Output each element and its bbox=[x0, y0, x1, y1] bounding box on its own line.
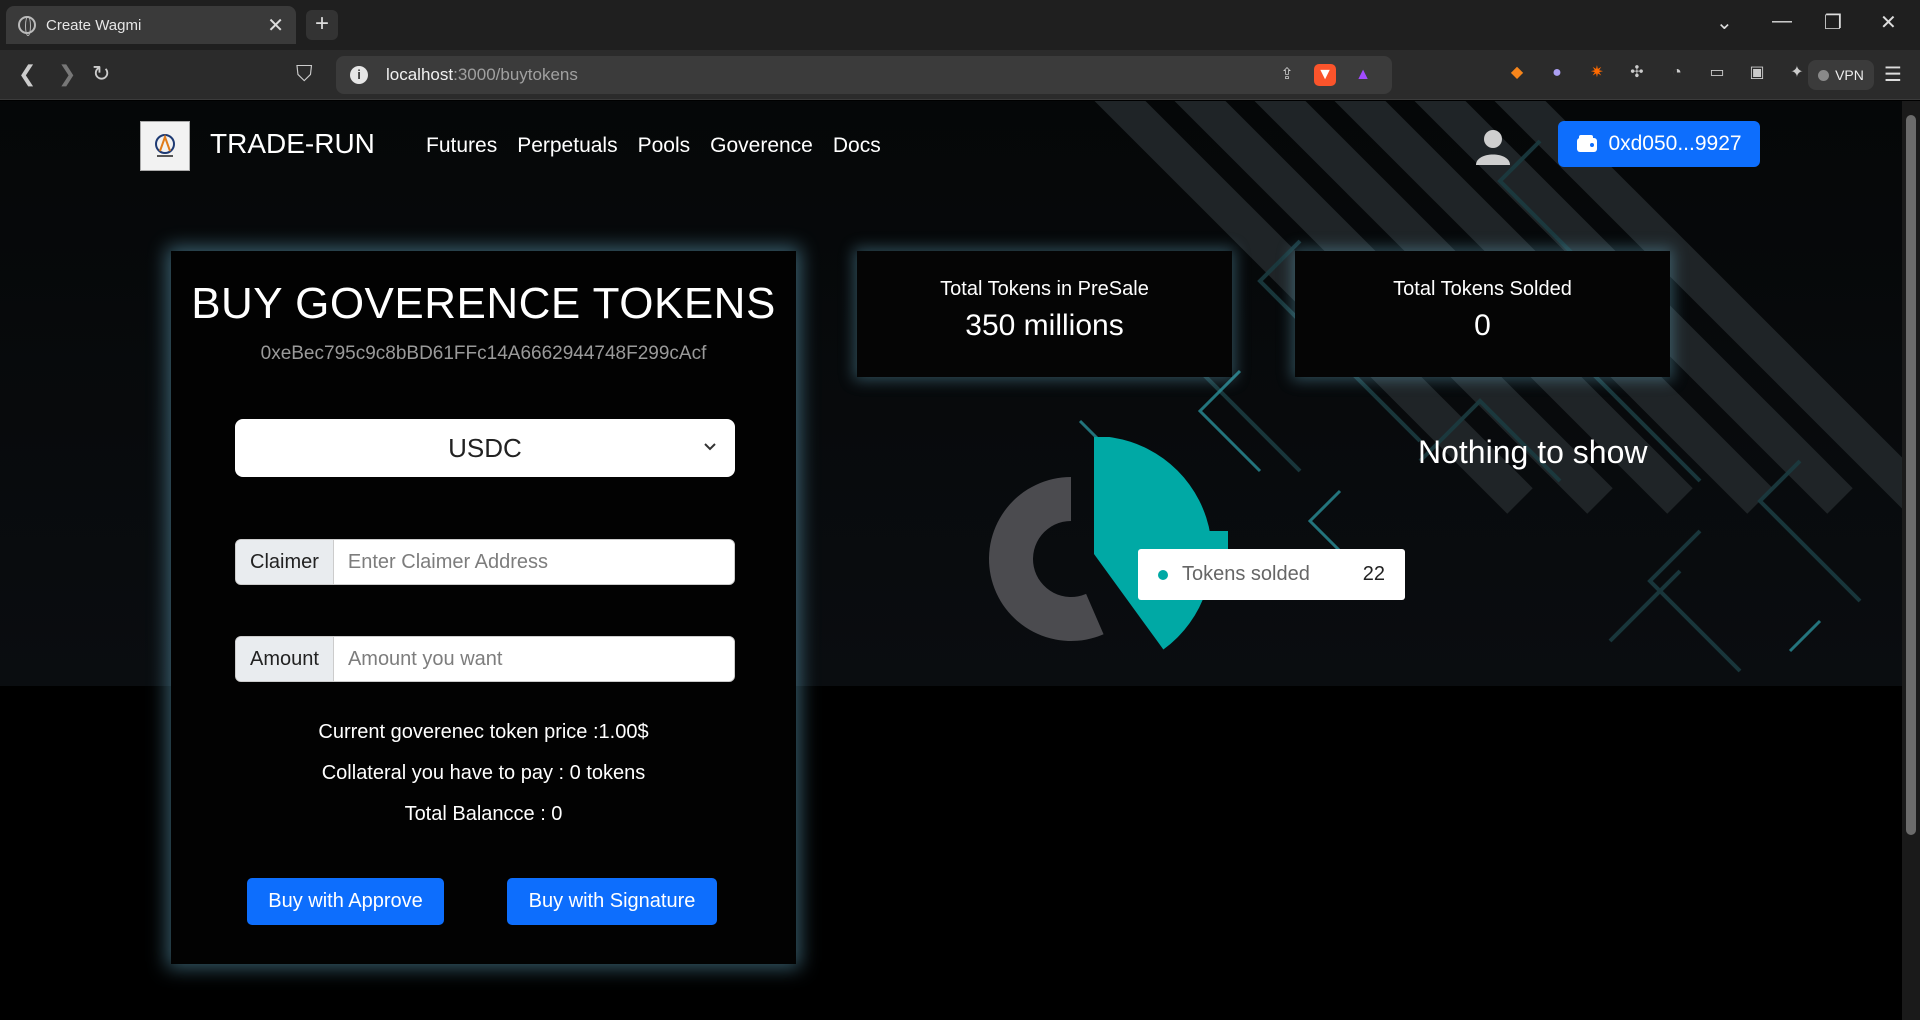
brave-rewards-icon[interactable]: ▲ bbox=[1352, 64, 1374, 86]
tab-title: Create Wagmi bbox=[46, 16, 142, 34]
url-path: :3000/buytokens bbox=[453, 65, 578, 84]
buy-title: BUY GOVERENCE TOKENS bbox=[191, 279, 776, 328]
nav-link-perpetuals[interactable]: Perpetuals bbox=[517, 134, 617, 158]
logo-mark-icon bbox=[155, 134, 175, 157]
claimer-label: Claimer bbox=[236, 540, 334, 584]
browser-tab[interactable]: Create Wagmi ✕ bbox=[6, 6, 296, 44]
pie-slice-tokens-solded[interactable] bbox=[1094, 437, 1212, 650]
site-info-icon[interactable]: i bbox=[350, 66, 368, 84]
token-select[interactable]: USDC bbox=[235, 419, 735, 477]
claimer-input-group: Claimer bbox=[235, 539, 735, 585]
close-window-icon[interactable]: ✕ bbox=[1880, 10, 1897, 35]
wallet-address-button[interactable]: 0xd050...9927 bbox=[1558, 121, 1760, 167]
chevron-down-icon[interactable]: ⌄ bbox=[1716, 10, 1733, 35]
chevron-down-icon bbox=[704, 443, 716, 451]
browser-toolbar: ❮ ❯ ↻ ⛉ i localhost:3000/buytokens ⇪ ▼ ▲… bbox=[0, 50, 1920, 100]
wallet-icon[interactable]: ▣ bbox=[1746, 62, 1768, 84]
claimer-input[interactable] bbox=[333, 540, 734, 584]
share-icon[interactable]: ⇪ bbox=[1276, 64, 1298, 86]
trade-run-logo[interactable] bbox=[140, 121, 190, 171]
presale-value: 350 millions bbox=[965, 309, 1124, 342]
web-page: TRADE-RUN Futures Perpetuals Pools Gover… bbox=[0, 101, 1902, 1020]
collateral-text: Collateral you have to pay : 0 tokens bbox=[321, 762, 646, 784]
buy-tokens-card: BUY GOVERENCE TOKENS 0xeBec795c9c8bBD61F… bbox=[171, 251, 796, 964]
vpn-status-icon bbox=[1818, 69, 1830, 81]
browser-tabbar: Create Wagmi ✕ + ⌄ — ❐ ✕ bbox=[0, 0, 1920, 50]
nav-link-goverence[interactable]: Goverence bbox=[710, 134, 813, 158]
new-tab-button[interactable]: + bbox=[306, 10, 338, 40]
phantom-icon[interactable]: ● bbox=[1546, 62, 1568, 84]
tooltip-value: 22 bbox=[1362, 563, 1385, 585]
brave-shield-icon[interactable]: ▼ bbox=[1314, 64, 1336, 86]
brand-name[interactable]: TRADE-RUN bbox=[210, 128, 375, 160]
vpn-button[interactable]: VPN bbox=[1808, 60, 1874, 90]
globe-icon bbox=[18, 16, 36, 36]
reload-icon[interactable]: ↻ bbox=[92, 61, 110, 87]
metamask-icon[interactable]: ◆ bbox=[1506, 62, 1528, 84]
restore-icon[interactable]: ❐ bbox=[1824, 10, 1842, 35]
buy-with-signature-button[interactable]: Buy with Signature bbox=[507, 878, 717, 925]
url-host: localhost bbox=[386, 65, 454, 84]
nav-links: Futures Perpetuals Pools Goverence Docs bbox=[426, 134, 881, 158]
page-scrollbar[interactable] bbox=[1902, 101, 1920, 1020]
token-price-text: Current goverenec token price :1.00$ bbox=[318, 721, 649, 743]
tooltip-label: Tokens solded bbox=[1182, 563, 1310, 585]
nav-link-docs[interactable]: Docs bbox=[833, 134, 881, 158]
scrollbar-thumb[interactable] bbox=[1906, 115, 1916, 835]
chart-tooltip: Tokens solded 22 bbox=[1138, 549, 1405, 600]
close-tab-icon[interactable]: ✕ bbox=[267, 13, 284, 38]
menu-icon[interactable]: ☰ bbox=[1884, 62, 1902, 87]
amount-label: Amount bbox=[236, 637, 334, 681]
chart-legend-bar bbox=[1203, 531, 1228, 549]
speed-icon[interactable]: ◔ bbox=[1666, 62, 1688, 84]
extensions-icon[interactable]: ✣ bbox=[1626, 62, 1648, 84]
token-select-value: USDC bbox=[448, 432, 522, 463]
address-bar[interactable]: i localhost:3000/buytokens ⇪ ▼ ▲ bbox=[336, 56, 1392, 94]
nav-link-futures[interactable]: Futures bbox=[426, 134, 497, 158]
leo-ai-icon[interactable]: ✦ bbox=[1786, 62, 1808, 84]
contract-address: 0xeBec795c9c8bBD61FFc14A6662944748F299cA… bbox=[260, 343, 707, 364]
forward-icon[interactable]: ❯ bbox=[58, 61, 76, 87]
extension-star-icon[interactable]: ✷ bbox=[1586, 62, 1608, 84]
buy-with-approve-button[interactable]: Buy with Approve bbox=[247, 878, 444, 925]
pie-slice-remaining bbox=[988, 477, 1104, 641]
sidebar-icon[interactable]: ▭ bbox=[1706, 62, 1728, 84]
wallet-address: 0xd050...9927 bbox=[1608, 132, 1742, 155]
tooltip-dot bbox=[1158, 569, 1168, 580]
nav-link-pools[interactable]: Pools bbox=[638, 134, 691, 158]
nothing-to-show-text: Nothing to show bbox=[1418, 434, 1648, 470]
top-navbar: TRADE-RUN Futures Perpetuals Pools Gover… bbox=[0, 101, 1902, 186]
bookmark-icon[interactable]: ⛉ bbox=[296, 61, 313, 87]
vpn-label: VPN bbox=[1835, 67, 1864, 83]
presale-stat-card: Total Tokens in PreSale 350 millions bbox=[857, 251, 1232, 377]
presale-label: Total Tokens in PreSale bbox=[940, 278, 1149, 300]
minimize-icon[interactable]: — bbox=[1772, 10, 1792, 33]
balance-text: Total Balancce : 0 bbox=[404, 803, 563, 825]
user-avatar-icon[interactable] bbox=[1474, 127, 1512, 165]
amount-input[interactable] bbox=[333, 637, 734, 681]
sold-label: Total Tokens Solded bbox=[1393, 278, 1572, 300]
amount-input-group: Amount bbox=[235, 636, 735, 682]
back-icon[interactable]: ❮ bbox=[18, 61, 36, 87]
sold-value: 0 bbox=[1474, 309, 1491, 342]
wallet-icon bbox=[1577, 135, 1598, 152]
sold-stat-card: Total Tokens Solded 0 bbox=[1295, 251, 1670, 377]
